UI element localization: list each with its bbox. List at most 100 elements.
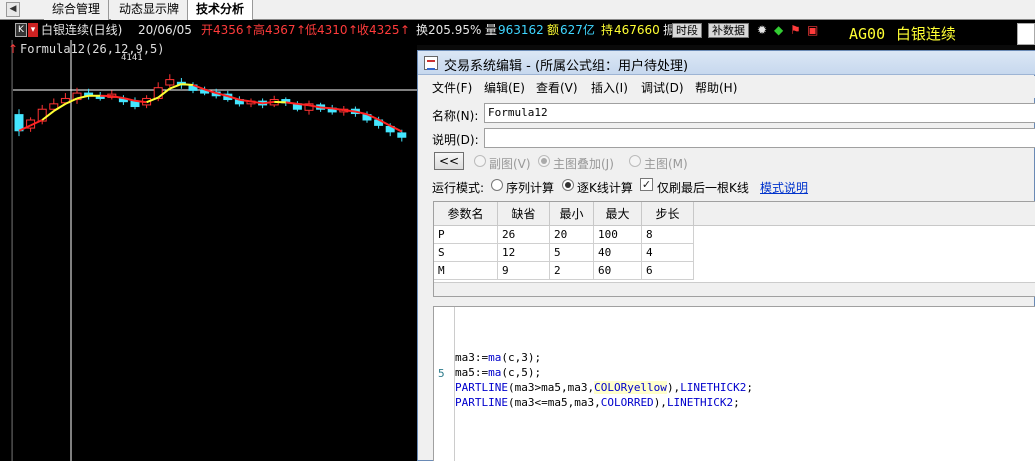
app-icon [424, 56, 438, 70]
table-cell[interactable]: 26 [498, 226, 550, 244]
menu-debug[interactable]: 调试(D) [641, 79, 684, 96]
ma-line-segment [285, 101, 298, 105]
code-token: COLORyellow [594, 381, 667, 394]
table-cell[interactable]: P [434, 226, 498, 244]
ma-line-segment [274, 100, 286, 104]
supplement-data-button[interactable]: 补数据 [708, 23, 749, 38]
code-token: ), [653, 396, 667, 409]
quote-amount: 627亿 [560, 23, 595, 37]
table-cell[interactable]: 40 [594, 244, 642, 262]
table-cell[interactable]: M [434, 262, 498, 280]
subchart-radio[interactable] [474, 155, 486, 167]
menu-view[interactable]: 查看(V) [536, 79, 578, 96]
dropdown-icon[interactable]: ▾ [28, 23, 38, 37]
description-field[interactable] [484, 128, 1035, 148]
table-cell[interactable]: 9 [498, 262, 550, 280]
window-icon[interactable]: ▣ [807, 23, 818, 37]
param-header-name[interactable]: 参数名 [434, 202, 498, 226]
quote-date: 20/06/05 [138, 23, 192, 37]
tab-technical-analysis[interactable]: 技术分析 [188, 0, 254, 20]
code-token: ma [488, 351, 502, 364]
instrument-symbol: AG00 [849, 25, 886, 43]
code-token: ma [488, 366, 502, 379]
table-cell[interactable]: S [434, 244, 498, 262]
quote-volume-label: 量 [485, 23, 498, 37]
code-line[interactable]: ma5:=ma(c,5); [455, 365, 541, 380]
up-arrow-icon: ↑ [8, 42, 19, 56]
k-period-tag[interactable]: K [15, 23, 27, 37]
ma-line-segment [297, 102, 310, 107]
code-token: ; [746, 381, 754, 394]
menu-file[interactable]: 文件(F) [432, 79, 472, 96]
table-cell[interactable]: 8 [642, 226, 694, 244]
table-cell[interactable]: 2 [550, 262, 594, 280]
code-editor[interactable]: 5 ma3:=ma(c,3); ma5:=ma(c,5); PARTLINE(m… [433, 306, 1035, 461]
chart-canvas: 4141 [13, 40, 418, 461]
period-button[interactable]: 时段 [672, 23, 702, 38]
scroll-left-icon[interactable]: ◀ [6, 2, 20, 17]
menu-bar: 文件(F) 编辑(E) 查看(V) 插入(I) 调试(D) 帮助(H) [418, 76, 1035, 98]
code-token: PARTLINE [455, 381, 508, 394]
quote-amount-label: 额 [547, 23, 560, 37]
mainchart-radio[interactable] [629, 155, 641, 167]
tab-general-management[interactable]: 综合管理 [44, 0, 110, 20]
table-cell[interactable]: 20 [550, 226, 594, 244]
run-mode-label: 运行模式: [432, 181, 485, 195]
quote-volume: 963162 [498, 23, 544, 37]
quote-oi-label: 持 [601, 23, 614, 37]
trading-system-editor-dialog: 交易系统编辑 - (所属公式组：用户待处理) 文件(F) 编辑(E) 查看(V)… [417, 50, 1035, 461]
table-cell[interactable]: 6 [642, 262, 694, 280]
code-token: COLORRED [600, 396, 654, 409]
quote-low: 低4310 [305, 23, 348, 37]
param-header-min[interactable]: 最小 [550, 202, 594, 226]
quote-oi: 467660 [614, 23, 660, 37]
param-header-filler [694, 202, 1035, 226]
scroll-box[interactable] [1017, 23, 1035, 45]
code-token: ma3:= [455, 351, 489, 364]
name-label: 名称(N): [432, 109, 479, 123]
per-kline-calc-radio[interactable] [562, 179, 574, 191]
menu-help[interactable]: 帮助(H) [695, 79, 737, 96]
code-line[interactable]: ma3:=ma(c,3); [455, 350, 541, 365]
collapse-button[interactable]: << [434, 152, 464, 170]
table-cell[interactable]: 4 [642, 244, 694, 262]
ma-line-segment [343, 109, 356, 113]
code-line[interactable]: PARTLINE(ma3<=ma5,ma3,COLORRED),LINETHIC… [455, 395, 740, 410]
chart-left-gutter [0, 40, 12, 461]
candle-body [165, 79, 175, 86]
flag-icon[interactable]: ⚑ [790, 23, 801, 37]
line-number-gutter: 5 [434, 307, 455, 461]
candlestick-chart[interactable]: 4141 [12, 40, 418, 461]
diamond-icon[interactable]: ◆ [774, 23, 783, 37]
table-cell[interactable]: 60 [594, 262, 642, 280]
overlay-radio[interactable] [538, 155, 550, 167]
dialog-titlebar[interactable]: 交易系统编辑 - (所属公式组：用户待处理) [418, 51, 1035, 75]
table-cell[interactable]: 5 [550, 244, 594, 262]
dialog-title: 交易系统编辑 - (所属公式组：用户待处理) [444, 59, 689, 74]
table-cell[interactable]: 100 [594, 226, 642, 244]
line-number: 5 [438, 367, 445, 380]
name-field[interactable]: Formula12 [484, 103, 1035, 123]
param-header-max[interactable]: 最大 [594, 202, 642, 226]
candle-body [14, 114, 24, 132]
subchart-label: 副图(V) [489, 157, 531, 171]
quote-high: 高4367 [253, 23, 296, 37]
table-cell[interactable]: 12 [498, 244, 550, 262]
menu-insert[interactable]: 插入(I) [591, 79, 628, 96]
formula-label: Formula12(26,12,9,5) [20, 42, 165, 56]
refresh-last-checkbox[interactable]: ✓ [640, 178, 653, 191]
param-header-default[interactable]: 缺省 [498, 202, 550, 226]
ma-line-segment [181, 83, 194, 86]
refresh-last-label: 仅刷最后一根K线 [657, 181, 749, 195]
up-arrow-icon: ↑ [400, 23, 411, 37]
mode-help-link[interactable]: 模式说明 [760, 179, 808, 196]
code-token: (c,3); [501, 351, 542, 364]
sequence-calc-radio[interactable] [491, 179, 503, 191]
table-horizontal-scrollbar[interactable] [434, 282, 1035, 296]
description-label: 说明(D): [432, 133, 479, 147]
code-line[interactable]: PARTLINE(ma3>ma5,ma3,COLORyellow),LINETH… [455, 380, 753, 395]
menu-edit[interactable]: 编辑(E) [484, 79, 525, 96]
tab-dynamic-board[interactable]: 动态显示牌 [111, 0, 189, 20]
gear-icon[interactable]: ✹ [757, 23, 767, 37]
param-header-step[interactable]: 步长 [642, 202, 694, 226]
